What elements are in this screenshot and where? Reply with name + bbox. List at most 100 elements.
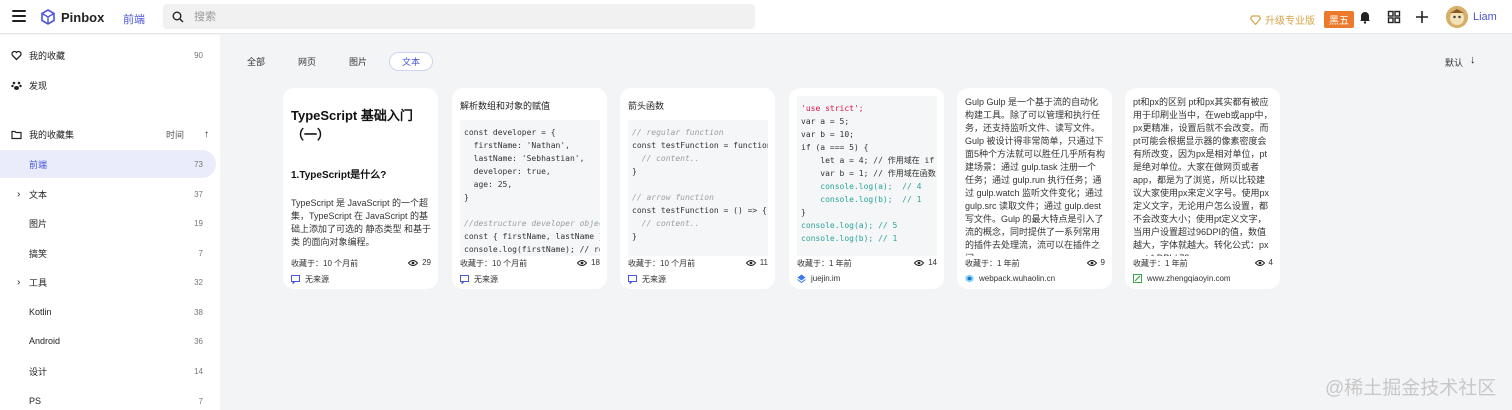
sidebar-item-discover[interactable]: 发现 bbox=[0, 71, 216, 99]
saved-time: 收藏于：10 个月前 bbox=[460, 259, 528, 268]
card[interactable]: 箭头函数 // regular function const testFunct… bbox=[620, 88, 775, 289]
card-source-label: 无来源 bbox=[642, 275, 666, 284]
plus-icon[interactable] bbox=[1415, 10, 1429, 24]
tab-all[interactable]: 全部 bbox=[236, 52, 276, 71]
upgrade-button[interactable]: 升级专业版 黑五 bbox=[1250, 11, 1354, 28]
code-line: age: 25, bbox=[464, 180, 513, 189]
collections-sort[interactable]: 时间 bbox=[166, 128, 184, 141]
code-line: 'use strict'; bbox=[801, 104, 864, 113]
sidebar-item-count: 14 bbox=[194, 366, 203, 376]
sale-badge: 黑五 bbox=[1324, 11, 1354, 28]
sort-select[interactable]: 默认 bbox=[1445, 56, 1463, 69]
card-source-label: juejin.im bbox=[811, 274, 841, 283]
card[interactable]: TypeScript 基础入门（一） 1.TypeScript是什么? Type… bbox=[283, 88, 438, 289]
code-snippet: // regular function const testFunction =… bbox=[628, 120, 768, 256]
card[interactable]: 'use strict'; var a = 5; var b = 10; if … bbox=[789, 88, 944, 289]
chevron-right-icon[interactable]: › bbox=[17, 189, 20, 200]
card-body: pt和px的区别 pt和px其实都有被应用于印刷业当中，在web或app中，px… bbox=[1133, 96, 1273, 256]
sidebar-item-my-favorites[interactable]: 我的收藏 90 bbox=[0, 41, 216, 69]
code-line: console.log(b); // 1 bbox=[801, 234, 898, 243]
saved-time: 收藏于：1 年前 bbox=[797, 259, 852, 268]
chat-icon bbox=[628, 275, 637, 284]
card-body: Gulp Gulp 是一个基于流的自动化构建工具。除了可以管理和执行任务，还支持… bbox=[965, 96, 1105, 256]
code-line: var b = 10; bbox=[801, 130, 854, 139]
card[interactable]: pt和px的区别 pt和px其实都有被应用于印刷业当中，在web或app中，px… bbox=[1125, 88, 1280, 289]
card-source[interactable]: 无来源 bbox=[460, 274, 498, 285]
card-body: 解析数组和对象的赋值 const developer = { firstName… bbox=[460, 96, 600, 256]
avatar[interactable] bbox=[1446, 6, 1468, 28]
card-text: TypeScript 是 JavaScript 的一个超集，TypeScript… bbox=[291, 198, 431, 247]
sidebar-item-kotlin[interactable]: Kotlin 38 bbox=[0, 298, 216, 326]
search-box[interactable] bbox=[163, 4, 755, 29]
chat-icon bbox=[291, 275, 300, 284]
search-input[interactable] bbox=[194, 10, 714, 23]
webpack-favicon-icon bbox=[965, 274, 974, 283]
card-meta: 收藏于：1 年前 4 bbox=[1133, 258, 1273, 269]
sidebar-item-count: 37 bbox=[194, 189, 203, 199]
tab-web[interactable]: 网页 bbox=[287, 52, 327, 71]
heart-icon bbox=[11, 50, 22, 60]
code-line: // regular function bbox=[632, 128, 724, 137]
site-favicon-icon bbox=[797, 274, 806, 283]
current-category[interactable]: 前端 bbox=[123, 11, 145, 27]
sidebar-item-images[interactable]: 图片 19 bbox=[0, 209, 216, 237]
card-text: Gulp Gulp 是一个基于流的自动化构建工具。除了可以管理和执行任务，还支持… bbox=[965, 97, 1105, 256]
card-source[interactable]: juejin.im bbox=[797, 274, 840, 283]
tab-text[interactable]: 文本 bbox=[389, 52, 434, 71]
menu-icon[interactable] bbox=[12, 10, 26, 22]
card-source[interactable]: 无来源 bbox=[291, 274, 329, 285]
card[interactable]: Gulp Gulp 是一个基于流的自动化构建工具。除了可以管理和执行任务，还支持… bbox=[957, 88, 1112, 289]
sidebar-item-count: 38 bbox=[194, 307, 203, 317]
card-source[interactable]: 无来源 bbox=[628, 274, 666, 285]
sort-up-icon[interactable]: ↑ bbox=[204, 129, 209, 140]
view-count-value: 29 bbox=[422, 258, 431, 267]
tab-images[interactable]: 图片 bbox=[338, 52, 378, 71]
chat-icon bbox=[460, 275, 469, 284]
code-line: const developer = { bbox=[464, 128, 556, 137]
card-source[interactable]: www.zhengqiaoyin.com bbox=[1133, 274, 1231, 283]
card-source-label: www.zhengqiaoyin.com bbox=[1147, 274, 1231, 283]
code-line: if (a === 5) { bbox=[801, 143, 869, 152]
sidebar-item-label: 图片 bbox=[29, 218, 48, 229]
sidebar-item-design[interactable]: 设计 14 bbox=[0, 357, 216, 385]
search-icon bbox=[172, 11, 184, 22]
eye-icon bbox=[1254, 259, 1265, 266]
code-line: } bbox=[801, 208, 806, 217]
bell-icon[interactable] bbox=[1358, 10, 1372, 24]
card-meta: 收藏于：1 年前 14 bbox=[797, 258, 937, 269]
diamond-icon bbox=[1250, 14, 1261, 25]
sidebar-item-android[interactable]: Android 36 bbox=[0, 327, 216, 355]
code-line: developer: true, bbox=[464, 167, 551, 176]
filter-tabs: 全部 网页 图片 文本 bbox=[236, 52, 444, 71]
sidebar-item-count: 7 bbox=[198, 248, 203, 258]
upgrade-label: 升级专业版 bbox=[1265, 16, 1315, 27]
sidebar-item-label: 前端 bbox=[29, 159, 48, 170]
user-name[interactable]: Liam bbox=[1473, 11, 1497, 23]
folder-icon bbox=[11, 130, 22, 139]
view-count-value: 4 bbox=[1268, 258, 1273, 267]
sidebar-item-frontend[interactable]: 前端 73 bbox=[0, 150, 216, 178]
code-line: console.log(a); // 5 bbox=[801, 221, 898, 230]
card-title: 箭头函数 bbox=[628, 101, 665, 111]
eye-icon bbox=[1086, 259, 1097, 266]
logo[interactable]: Pinbox bbox=[40, 9, 104, 25]
sidebar-item-tools[interactable]: › 工具 32 bbox=[0, 268, 216, 296]
sidebar-item-label: 发现 bbox=[29, 80, 48, 91]
card-source[interactable]: webpack.wuhaolin.cn bbox=[965, 274, 1055, 283]
sidebar-item-funny[interactable]: 搞笑 7 bbox=[0, 239, 216, 267]
chevron-right-icon[interactable]: › bbox=[17, 277, 20, 288]
sort-down-icon[interactable]: ↓ bbox=[1470, 54, 1476, 66]
sidebar-item-text[interactable]: › 文本 37 bbox=[0, 180, 216, 208]
sidebar-item-label: PS bbox=[29, 396, 42, 406]
collections-title: 我的收藏集 bbox=[29, 129, 75, 140]
card-body: 箭头函数 // regular function const testFunct… bbox=[628, 96, 768, 256]
card-title: TypeScript 基础入门（一） bbox=[291, 108, 413, 142]
code-line: } bbox=[632, 232, 637, 241]
card-text: pt和px的区别 pt和px其实都有被应用于印刷业当中，在web或app中，px… bbox=[1133, 97, 1273, 256]
sidebar-item-ps[interactable]: PS 7 bbox=[0, 387, 216, 410]
pinbox-logo-icon bbox=[41, 9, 55, 25]
view-count: 11 bbox=[745, 258, 768, 267]
grid-icon[interactable] bbox=[1387, 10, 1401, 24]
code-line: lastName: 'Sebhastian', bbox=[464, 154, 585, 163]
card[interactable]: 解析数组和对象的赋值 const developer = { firstName… bbox=[452, 88, 607, 289]
